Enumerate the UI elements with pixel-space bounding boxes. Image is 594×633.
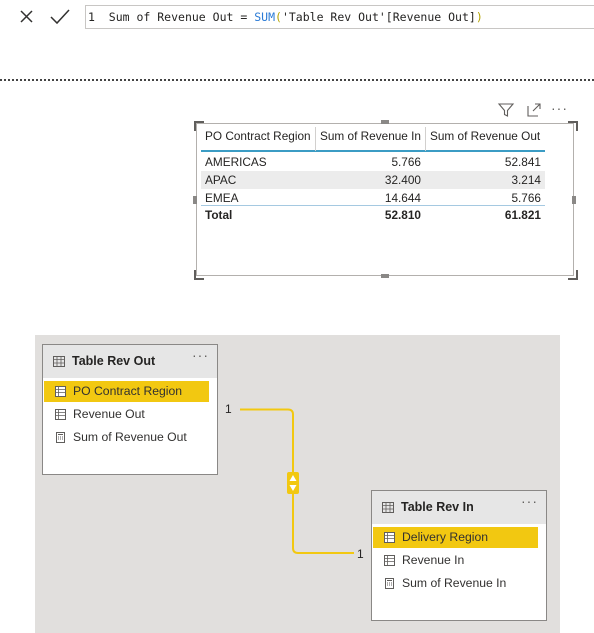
resize-handle-bottom-left[interactable] bbox=[194, 270, 204, 280]
table-icon bbox=[382, 502, 394, 513]
resize-handle-right[interactable] bbox=[572, 196, 576, 204]
resize-handle-left[interactable] bbox=[193, 196, 197, 204]
table-row: AMERICAS 5.766 52.841 bbox=[201, 153, 545, 171]
cardinality-one-from: 1 bbox=[225, 402, 232, 416]
table-row: APAC 32.400 3.214 bbox=[201, 171, 545, 189]
table-header-row: PO Contract Region Sum of Revenue In Sum… bbox=[201, 127, 545, 145]
field-label: Sum of Revenue In bbox=[402, 576, 507, 590]
table-total-row: Total 52.810 61.821 bbox=[201, 206, 545, 224]
column-header[interactable]: PO Contract Region bbox=[205, 127, 311, 145]
measure-icon bbox=[56, 432, 65, 443]
bidirectional-arrow-icon[interactable] bbox=[286, 471, 300, 495]
table-cell: 32.400 bbox=[384, 173, 421, 187]
cardinality-one-to: 1 bbox=[357, 547, 364, 561]
filter-icon[interactable] bbox=[497, 101, 515, 119]
table-card-rev-in[interactable]: Table Rev In ··· Delivery Region Revenue… bbox=[371, 490, 547, 621]
field-label: Sum of Revenue Out bbox=[73, 430, 187, 444]
table-cell: 3.214 bbox=[511, 173, 541, 187]
more-options-icon[interactable]: ··· bbox=[521, 493, 538, 509]
column-icon bbox=[384, 555, 395, 566]
formula-argument: 'Table Rev Out'[Revenue Out] bbox=[281, 10, 476, 24]
column-header[interactable]: Sum of Revenue Out bbox=[430, 127, 540, 145]
more-options-icon[interactable]: ··· bbox=[551, 101, 573, 119]
table-card-header[interactable]: Table Rev Out ··· bbox=[43, 345, 217, 378]
table-card-title: Table Rev In bbox=[401, 500, 474, 514]
column-icon bbox=[384, 532, 395, 543]
column-divider[interactable] bbox=[425, 127, 426, 151]
resize-handle-top[interactable] bbox=[381, 120, 389, 124]
measure-name: Sum of Revenue Out bbox=[108, 10, 234, 24]
column-icon bbox=[55, 386, 66, 397]
line-number: 1 bbox=[88, 10, 95, 24]
open-paren: ( bbox=[275, 10, 282, 24]
total-divider bbox=[201, 205, 545, 206]
field-revenue-in[interactable]: Revenue In bbox=[373, 550, 538, 571]
formula-function: SUM bbox=[254, 10, 276, 24]
field-sum-of-revenue-out[interactable]: Sum of Revenue Out bbox=[44, 427, 209, 448]
field-label: Revenue Out bbox=[73, 407, 145, 421]
table-card-title: Table Rev Out bbox=[72, 354, 156, 368]
field-label: Revenue In bbox=[402, 553, 465, 567]
close-paren: ) bbox=[475, 10, 483, 24]
table-cell: AMERICAS bbox=[205, 155, 267, 169]
resize-handle-top-right[interactable] bbox=[568, 121, 578, 131]
dax-formula-input[interactable]: 1 Sum of Revenue Out = SUM('Table Rev Ou… bbox=[85, 5, 594, 29]
field-sum-of-revenue-in[interactable]: Sum of Revenue In bbox=[373, 573, 538, 594]
field-label: Delivery Region bbox=[402, 530, 489, 544]
table-cell: 5.766 bbox=[391, 155, 421, 169]
total-label: Total bbox=[205, 208, 233, 222]
field-po-contract-region[interactable]: PO Contract Region bbox=[44, 381, 209, 402]
page-boundary-divider bbox=[0, 79, 594, 81]
table-cell: 52.841 bbox=[504, 155, 541, 169]
checkmark-icon[interactable] bbox=[49, 7, 71, 27]
column-icon bbox=[55, 409, 66, 420]
resize-handle-bottom[interactable] bbox=[381, 274, 389, 278]
table-card-rev-out[interactable]: Table Rev Out ··· PO Contract Region Rev… bbox=[42, 344, 218, 475]
header-underline bbox=[201, 150, 545, 152]
column-divider[interactable] bbox=[315, 127, 316, 151]
field-label: PO Contract Region bbox=[73, 384, 183, 398]
close-icon[interactable] bbox=[17, 7, 37, 27]
table-icon bbox=[53, 356, 65, 367]
focus-mode-icon[interactable] bbox=[525, 101, 543, 119]
table-cell: APAC bbox=[205, 173, 237, 187]
column-header[interactable]: Sum of Revenue In bbox=[320, 127, 421, 145]
more-options-icon[interactable]: ··· bbox=[192, 347, 209, 363]
field-delivery-region[interactable]: Delivery Region bbox=[373, 527, 538, 548]
measure-icon bbox=[385, 578, 394, 589]
relationship-line[interactable] bbox=[230, 400, 370, 560]
field-revenue-out[interactable]: Revenue Out bbox=[44, 404, 209, 425]
formula-bar: 1 Sum of Revenue Out = SUM('Table Rev Ou… bbox=[0, 0, 594, 34]
total-cell: 61.821 bbox=[504, 208, 541, 222]
resize-handle-bottom-right[interactable] bbox=[568, 270, 578, 280]
formula-operator: = bbox=[240, 10, 248, 24]
total-cell: 52.810 bbox=[384, 208, 421, 222]
table-card-header[interactable]: Table Rev In ··· bbox=[372, 491, 546, 524]
